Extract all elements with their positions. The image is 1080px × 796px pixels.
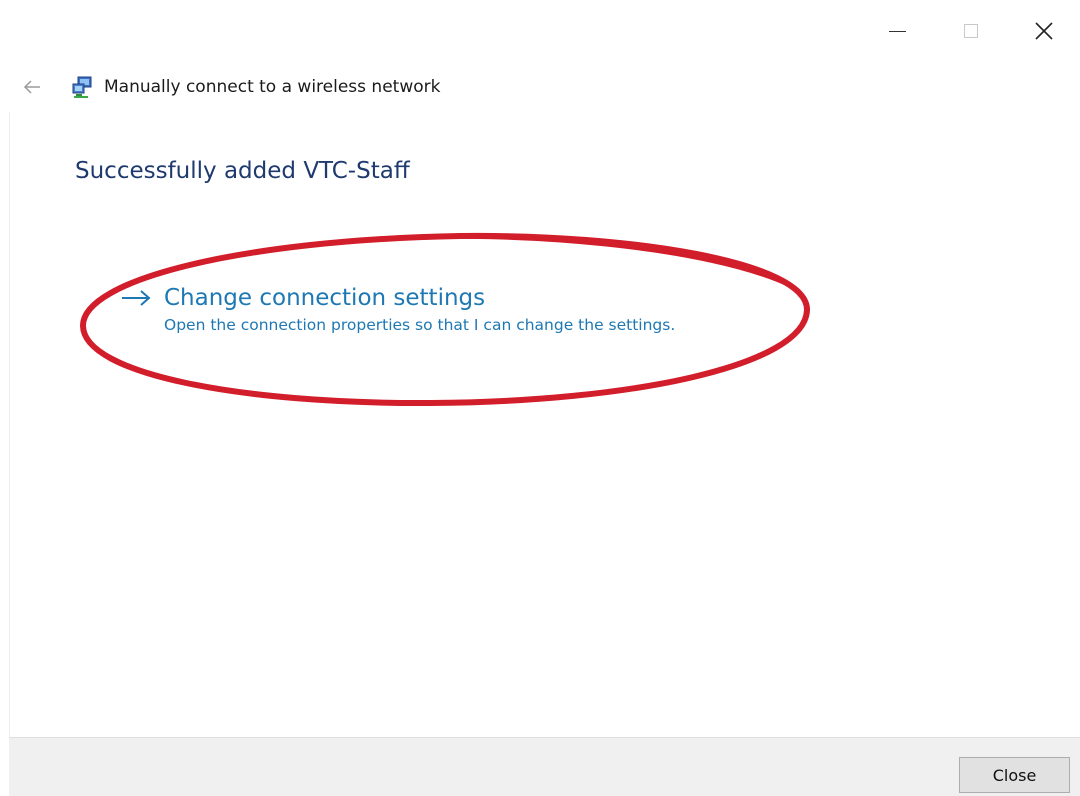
command-link-title: Change connection settings [164, 285, 486, 311]
dialog-window: Manually connect to a wireless network S… [0, 0, 1080, 796]
success-heading: Successfully added VTC-Staff [75, 158, 410, 184]
title-bar-controls [861, 0, 1080, 62]
back-arrow-icon [23, 80, 40, 94]
close-button[interactable]: Close [959, 757, 1070, 793]
close-icon [1034, 22, 1053, 40]
change-connection-settings-link[interactable]: Change connection settings Open the conn… [120, 282, 675, 334]
network-icon [72, 75, 94, 99]
minimize-button[interactable] [861, 0, 934, 62]
back-button[interactable] [22, 77, 42, 97]
dialog-footer: Close [9, 737, 1080, 796]
minimize-icon [889, 30, 906, 32]
dialog-header: Manually connect to a wireless network [22, 72, 440, 102]
command-link-description: Open the connection properties so that I… [164, 316, 676, 334]
maximize-button[interactable] [934, 0, 1007, 62]
arrow-right-icon [122, 290, 151, 306]
window-border [9, 112, 10, 737]
maximize-icon [963, 24, 978, 38]
window-title: Manually connect to a wireless network [104, 77, 441, 97]
window-close-button[interactable] [1007, 0, 1080, 62]
